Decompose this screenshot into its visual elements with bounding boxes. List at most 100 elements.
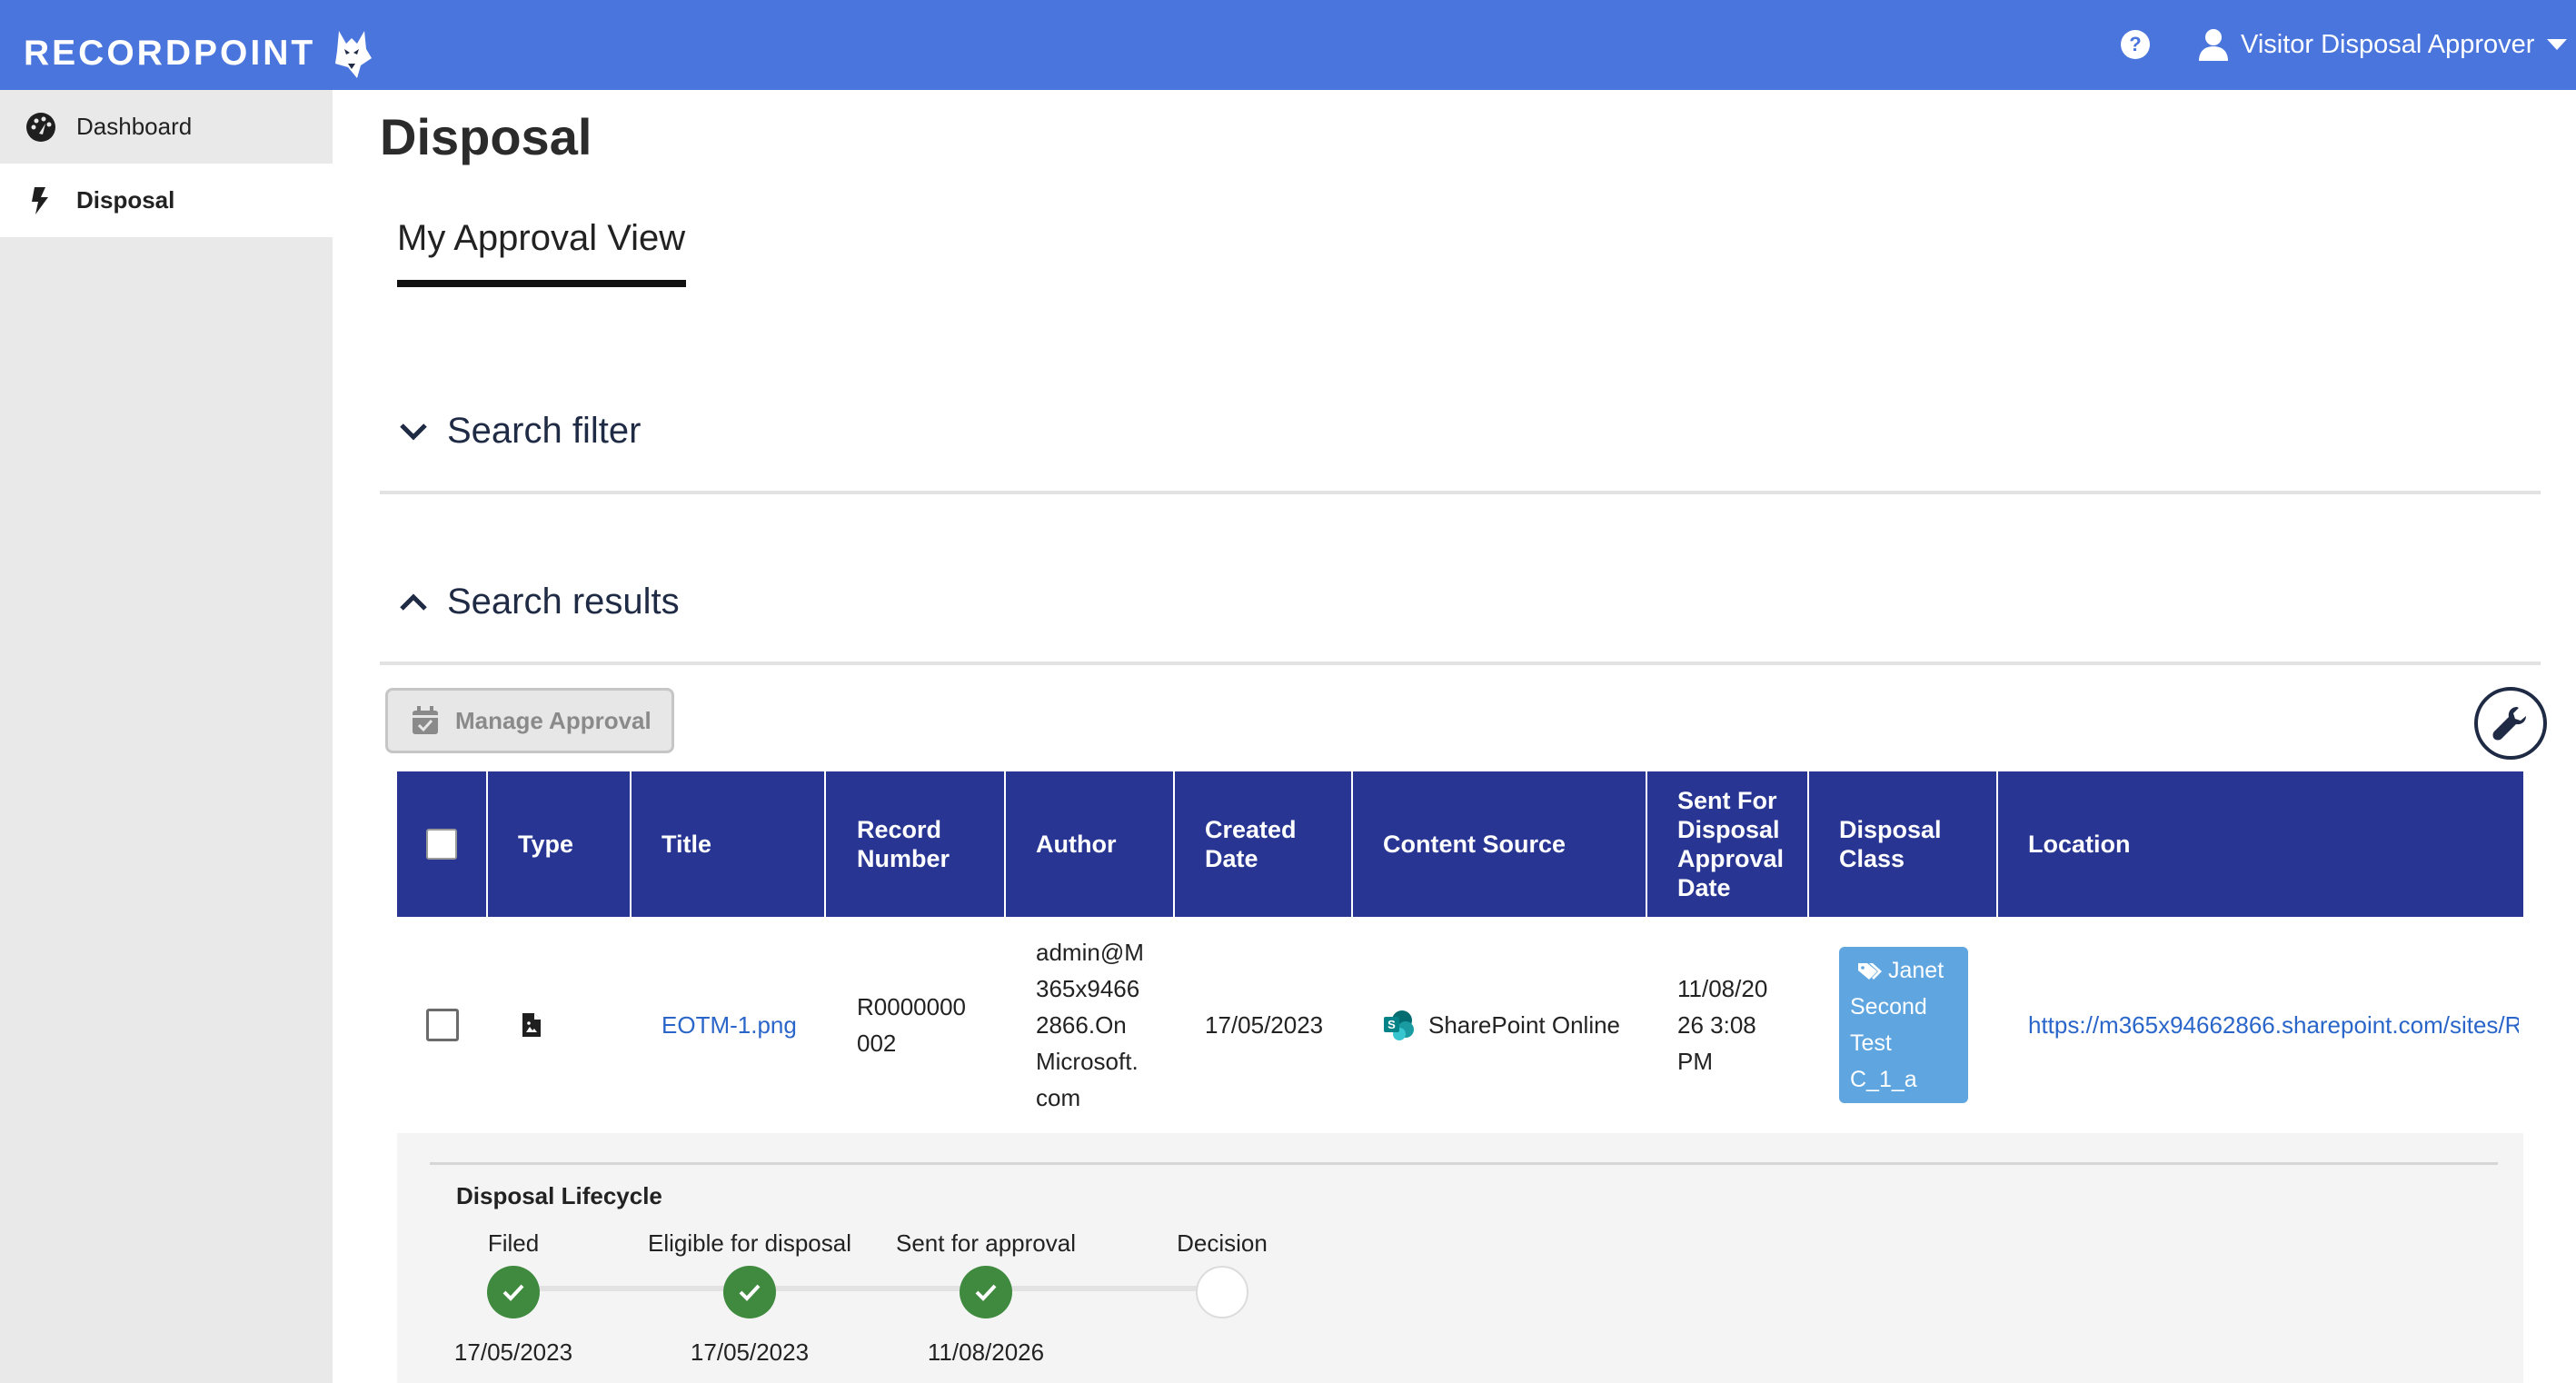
disposal-class-cell: Janet Second Test C_1_a <box>1809 917 1998 1133</box>
brand-logo[interactable]: RECORDPOINT <box>24 27 373 80</box>
record-number: R0000000 <box>857 993 966 1020</box>
active-tab-indicator <box>397 280 686 287</box>
step-complete-indicator <box>487 1266 540 1318</box>
header-label: Type <box>518 831 574 858</box>
header-location[interactable]: Location <box>1998 771 2523 917</box>
select-all-checkbox[interactable] <box>426 829 457 860</box>
author-text: admin@M <box>1036 939 1144 966</box>
location-link[interactable]: https://m365x94662866.sharepoint.com/sit… <box>2028 1007 2519 1043</box>
created-date-cell: 17/05/2023 <box>1175 917 1353 1133</box>
author-text: com <box>1036 1084 1081 1111</box>
header-select-cell <box>397 771 488 917</box>
disposal-lifecycle-panel: Disposal Lifecycle Filed 17/05/2023 Elig… <box>397 1133 2523 1383</box>
lifecycle-title: Disposal Lifecycle <box>456 1182 662 1209</box>
step-label: Decision <box>1177 1229 1268 1257</box>
header-label: Number <box>857 845 950 872</box>
sidebar: Dashboard Disposal <box>0 90 333 1383</box>
check-icon <box>502 1284 524 1301</box>
header-label: Title <box>661 831 712 858</box>
check-icon <box>975 1284 997 1301</box>
type-cell <box>488 917 632 1133</box>
sidebar-item-label: Disposal <box>76 186 175 214</box>
search-results-label: Search results <box>447 582 680 622</box>
manage-approval-button[interactable]: Manage Approval <box>385 688 674 753</box>
check-icon <box>739 1284 761 1301</box>
content-source-cell: S SharePoint Online <box>1353 917 1647 1133</box>
table-settings-button[interactable] <box>2474 687 2547 760</box>
header-type[interactable]: Type <box>488 771 632 917</box>
disposal-class-text: Second <box>1850 994 1927 1020</box>
header-record-number[interactable]: Record Number <box>826 771 1006 917</box>
step-complete-indicator <box>960 1266 1012 1318</box>
header-disposal-class[interactable]: Disposal Class <box>1809 771 1998 917</box>
author-text: Microsoft. <box>1036 1048 1139 1075</box>
record-title-link[interactable]: EOTM-1.png <box>661 1007 797 1043</box>
step-date: 11/08/2026 <box>927 1338 1045 1366</box>
disposal-class-text: C_1_a <box>1850 1067 1917 1092</box>
header-label: Disposal <box>1677 816 1780 843</box>
step-date <box>1113 1338 1331 1368</box>
step-label: Sent for approval <box>895 1229 1076 1257</box>
lifecycle-step-decision: Decision <box>1113 1229 1331 1368</box>
search-results-toggle[interactable]: Search results <box>398 582 680 622</box>
header-label: Author <box>1036 831 1117 858</box>
header-content-source[interactable]: Content Source <box>1353 771 1647 917</box>
help-icon[interactable]: ? <box>2121 30 2150 59</box>
search-filter-toggle[interactable]: Search filter <box>398 411 641 452</box>
row-checkbox[interactable] <box>426 1009 459 1041</box>
header-label: Disposal <box>1839 816 1942 843</box>
header-label: Date <box>1677 874 1731 901</box>
disposal-class-chip[interactable]: Janet Second Test C_1_a <box>1839 947 1968 1103</box>
step-label: Eligible for disposal <box>647 1229 851 1257</box>
header-label: Date <box>1205 845 1258 872</box>
lifecycle-step-eligible: Eligible for disposal 17/05/2023 <box>641 1229 859 1368</box>
step-pending-indicator <box>1196 1266 1248 1318</box>
tag-icon <box>1858 963 1882 980</box>
header-author[interactable]: Author <box>1006 771 1175 917</box>
disposal-class-text: Janet <box>1888 958 1944 983</box>
sent-date: 26 3:08 <box>1677 1011 1756 1039</box>
header-label: Approval <box>1677 845 1785 872</box>
header-label: Class <box>1839 845 1905 872</box>
header-created-date[interactable]: Created Date <box>1175 771 1353 917</box>
header-label: Record <box>857 816 942 843</box>
record-number-cell: R0000000 002 <box>826 917 1006 1133</box>
divider <box>430 1162 2498 1165</box>
record-number: 002 <box>857 1030 897 1057</box>
row-select-cell <box>397 917 488 1133</box>
sidebar-item-dashboard[interactable]: Dashboard <box>0 90 333 164</box>
divider <box>380 491 2541 494</box>
created-date: 17/05/2023 <box>1205 1011 1324 1039</box>
svg-text:S: S <box>1387 1018 1396 1031</box>
lightning-icon <box>32 186 48 214</box>
location-cell: https://m365x94662866.sharepoint.com/sit… <box>1998 917 2523 1133</box>
tab-my-approval-view[interactable]: My Approval View <box>397 218 685 259</box>
table-header: Type Title Record Number Author Created Da… <box>397 771 2523 917</box>
brand-name: RECORDPOINT <box>24 34 316 73</box>
header-label: Content Source <box>1383 831 1566 858</box>
table-row[interactable]: EOTM-1.png R0000000 002 admin@M 365x9466 … <box>397 917 2523 1133</box>
image-file-icon <box>522 1013 541 1037</box>
sent-date: 11/08/20 <box>1677 975 1768 1002</box>
divider <box>380 662 2541 665</box>
calendar-check-icon <box>413 706 438 734</box>
step-label: Filed <box>487 1229 540 1257</box>
content-source: SharePoint Online <box>1428 1011 1621 1039</box>
sidebar-item-label: Dashboard <box>76 113 193 140</box>
sent-date: PM <box>1677 1048 1713 1075</box>
chevron-down-icon <box>2547 39 2568 50</box>
author-text: 365x9466 <box>1036 975 1140 1002</box>
sharepoint-icon: S <box>1384 1010 1414 1040</box>
user-menu[interactable]: Visitor Disposal Approver <box>2199 24 2568 65</box>
top-bar: RECORDPOINT ? Visitor Disposal Approver <box>0 0 2576 90</box>
user-name: Visitor Disposal Approver <box>2241 29 2535 59</box>
header-label: Created <box>1205 816 1297 843</box>
lifecycle-step-sent: Sent for approval 11/08/2026 <box>877 1229 1095 1368</box>
step-date: 17/05/2023 <box>453 1338 573 1366</box>
manage-approval-label: Manage Approval <box>455 706 651 734</box>
header-title[interactable]: Title <box>632 771 826 917</box>
dashboard-icon <box>26 112 55 142</box>
header-sent-for-approval-date[interactable]: Sent For Disposal Approval Date <box>1647 771 1809 917</box>
step-date: 17/05/2023 <box>690 1338 810 1366</box>
sidebar-item-disposal[interactable]: Disposal <box>0 164 333 237</box>
